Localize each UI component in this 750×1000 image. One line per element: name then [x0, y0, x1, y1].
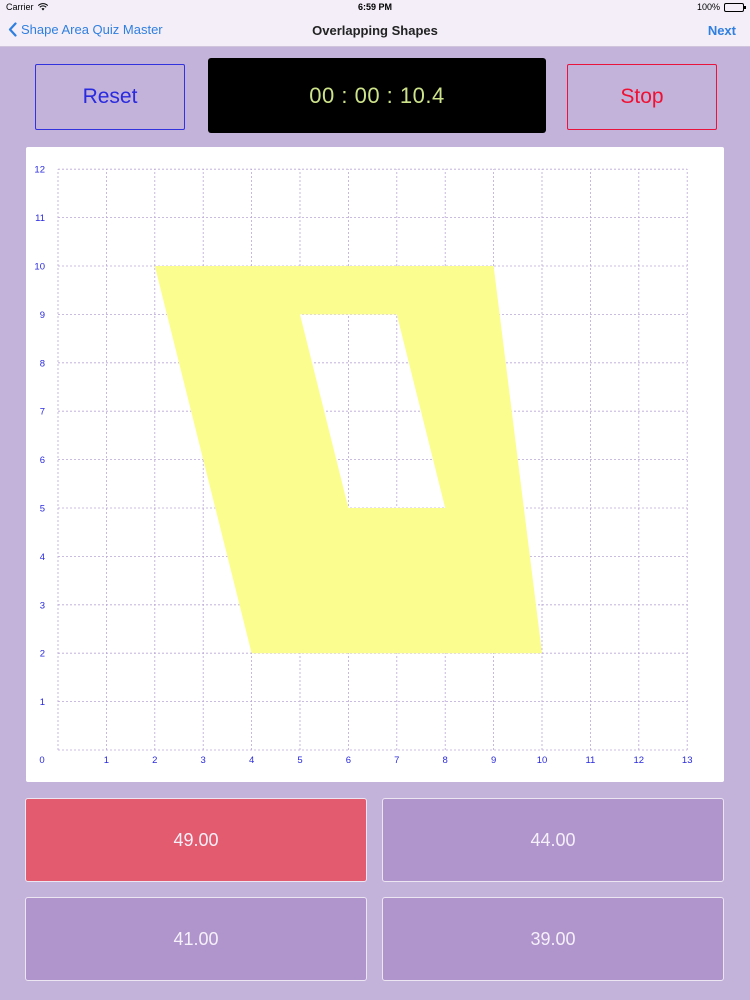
- graph-panel: 0 1 2 3 4 5 6 7 8 9 10 11 12 13 1 2 3 4 5 6 7 8 9 10 11 12: [26, 147, 724, 782]
- x-tick-label: 7: [394, 755, 399, 766]
- x-tick-label: 10: [537, 755, 548, 766]
- x-tick-label: 6: [346, 755, 351, 766]
- answer-option-2[interactable]: 44.00: [382, 798, 724, 882]
- y-tick-label: 10: [34, 262, 45, 273]
- page-title: Overlapping Shapes: [312, 23, 438, 38]
- y-tick-label: 8: [40, 358, 45, 369]
- next-button[interactable]: Next: [708, 23, 736, 38]
- y-tick-label: 5: [40, 504, 45, 515]
- status-time: 6:59 PM: [357, 2, 392, 12]
- x-tick-label: 1: [104, 755, 109, 766]
- reset-button[interactable]: Reset: [35, 64, 185, 130]
- x-tick-label: 5: [297, 755, 302, 766]
- answer-option-1[interactable]: 49.00: [25, 798, 367, 882]
- x-tick-label: 3: [201, 755, 206, 766]
- x-tick-label: 9: [491, 755, 496, 766]
- y-tick-label: 1: [40, 697, 45, 708]
- y-tick-label: 11: [35, 213, 45, 224]
- status-bar: Carrier 6:59 PM 100%: [0, 0, 750, 14]
- navigation-bar: Shape Area Quiz Master Overlapping Shape…: [0, 14, 750, 47]
- x-tick-label: 2: [152, 755, 157, 766]
- y-tick-label: 3: [40, 600, 45, 611]
- x-tick-label: 0: [39, 755, 44, 766]
- y-tick-label: 7: [40, 407, 45, 418]
- x-tick-label: 12: [634, 755, 645, 766]
- y-tick-label: 2: [40, 649, 45, 660]
- timer-display: 00 : 00 : 10.4: [208, 58, 546, 133]
- answer-option-3[interactable]: 41.00: [25, 897, 367, 981]
- y-tick-label: 9: [40, 310, 45, 321]
- y-tick-label: 12: [34, 165, 45, 176]
- x-tick-label: 8: [443, 755, 448, 766]
- stop-button[interactable]: Stop: [567, 64, 717, 130]
- y-tick-label: 4: [40, 552, 45, 563]
- x-tick-label: 13: [682, 755, 693, 766]
- x-tick-label: 4: [249, 755, 254, 766]
- answer-option-4[interactable]: 39.00: [382, 897, 724, 981]
- y-tick-label: 6: [40, 455, 45, 466]
- battery-indicator: 100%: [696, 2, 746, 12]
- coordinate-grid: 0 1 2 3 4 5 6 7 8 9 10 11 12 13123456789101112: [34, 165, 693, 766]
- battery-percent: 100%: [696, 2, 720, 12]
- x-tick-label: 11: [585, 755, 595, 766]
- battery-icon: [724, 2, 746, 12]
